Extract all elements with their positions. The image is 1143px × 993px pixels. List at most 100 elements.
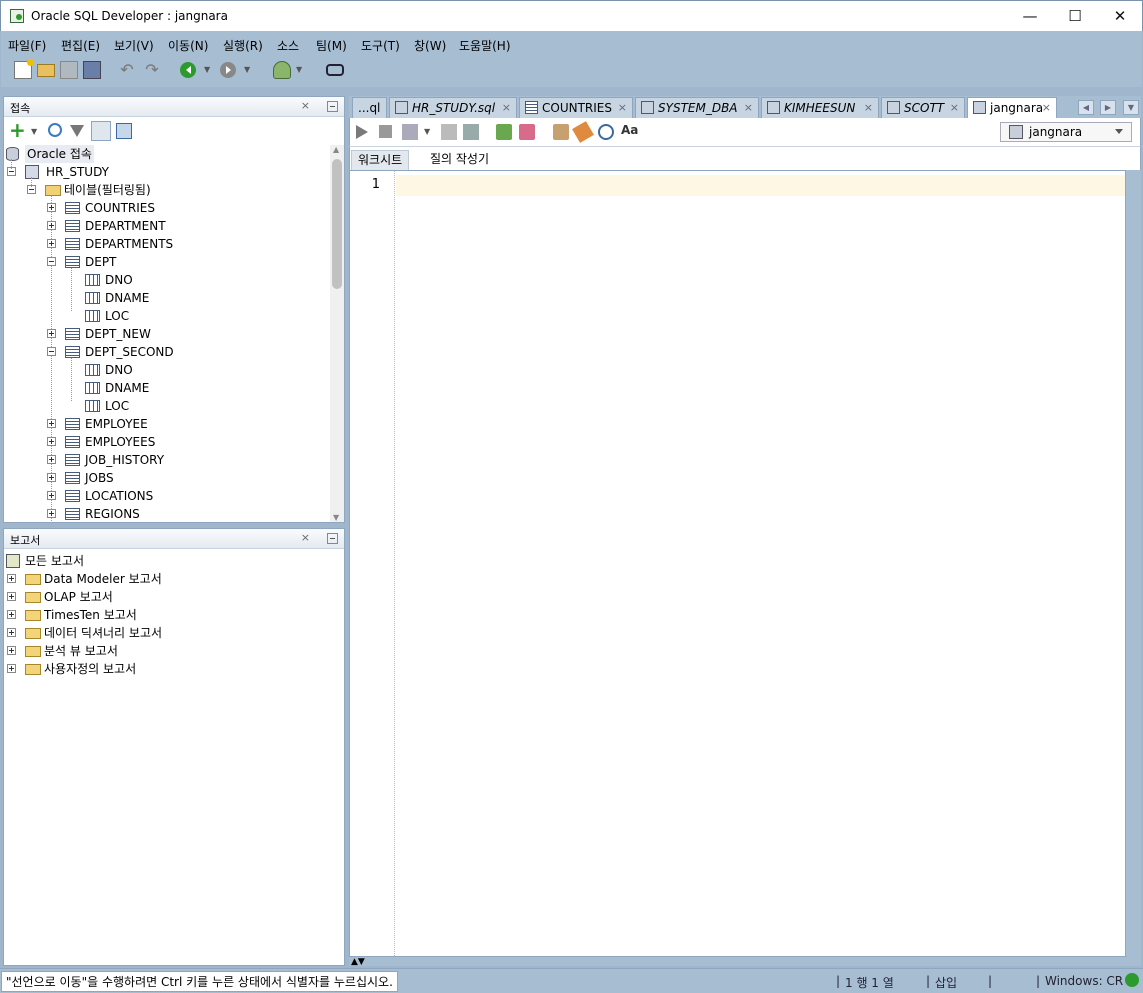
tab-close-icon[interactable]: × (744, 98, 753, 118)
sql-tuning-icon[interactable] (553, 124, 569, 140)
tree-node-all-reports[interactable]: 모든 보고서 (4, 552, 124, 570)
tree-node-column[interactable]: LOC (4, 397, 204, 415)
filter-icon[interactable] (70, 125, 84, 137)
save-all-icon[interactable] (83, 61, 101, 79)
expand-icon[interactable] (47, 473, 56, 482)
menu-team[interactable]: 팀(M) (316, 37, 347, 54)
tree-node-column[interactable]: DNAME (4, 379, 204, 397)
minimize-panel-icon[interactable] (327, 533, 338, 544)
tree-node-table[interactable]: DEPT (4, 253, 204, 271)
tab-close-icon[interactable]: × (950, 98, 959, 118)
expand-icon[interactable] (47, 455, 56, 464)
tab-close-icon[interactable]: × (502, 98, 511, 118)
menu-source[interactable]: 소스 (277, 37, 299, 54)
tree-node-table[interactable]: LOCATIONS (4, 487, 204, 505)
tab-close-icon[interactable]: × (618, 98, 627, 118)
sql-connection-icon[interactable] (273, 61, 291, 79)
tree-node-report[interactable]: TimesTen 보고서 (4, 606, 224, 624)
tree-node-column[interactable]: DNO (4, 361, 204, 379)
collapse-icon[interactable] (47, 257, 56, 266)
menu-edit[interactable]: 편집(E) (61, 37, 100, 54)
scroll-up-icon[interactable]: ▲ (333, 145, 339, 154)
tree-node-hr-study[interactable]: HR_STUDY (4, 163, 164, 181)
split-editor-icon[interactable]: ▲▼ (351, 957, 365, 967)
tab-hr-study-sql[interactable]: HR_STUDY.sql × (389, 97, 517, 118)
tab-worksheet[interactable]: 워크시트 (351, 150, 410, 171)
expand-icon[interactable] (47, 491, 56, 500)
tree-node-table[interactable]: EMPLOYEE (4, 415, 204, 433)
format-case-icon[interactable]: Aa (621, 123, 638, 139)
editor-scrollbar[interactable] (1126, 170, 1140, 957)
expand-icon[interactable] (7, 664, 16, 673)
menu-file[interactable]: 파일(F) (8, 37, 46, 54)
undo-icon[interactable]: ↶ (118, 61, 136, 79)
scroll-tabs-left-icon[interactable]: ◀ (1078, 100, 1094, 115)
expand-icon[interactable] (47, 419, 56, 428)
expand-icon[interactable] (7, 646, 16, 655)
explain-plan-icon[interactable] (441, 124, 457, 140)
sql-dropdown-icon[interactable]: ▼ (296, 65, 304, 83)
tree-node-column[interactable]: LOC (4, 307, 204, 325)
tree-node-column[interactable]: DNAME (4, 289, 204, 307)
expand-icon[interactable] (7, 610, 16, 619)
commit-icon[interactable] (402, 124, 418, 140)
close-window-button[interactable]: ✕ (1097, 1, 1143, 31)
scroll-thumb[interactable] (332, 159, 342, 289)
tree-node-report[interactable]: 사용자정의 보고서 (4, 660, 224, 678)
tree-node-table[interactable]: COUNTRIES (4, 199, 204, 217)
expand-icon[interactable] (47, 203, 56, 212)
back-icon[interactable] (180, 62, 196, 78)
refresh-icon[interactable] (48, 123, 62, 137)
back-dropdown-icon[interactable]: ▼ (204, 65, 212, 83)
tree-node-table[interactable]: DEPT_NEW (4, 325, 204, 343)
expand-icon[interactable] (47, 239, 56, 248)
scroll-down-icon[interactable]: ▼ (333, 513, 339, 522)
sql-editor[interactable]: 1 (349, 170, 1126, 957)
add-connection-icon[interactable]: + (9, 120, 26, 140)
commit-transaction-icon[interactable] (496, 124, 512, 140)
close-icon[interactable]: × (301, 99, 310, 112)
menu-run[interactable]: 실행(R) (223, 37, 263, 54)
schema-browser-icon[interactable] (91, 121, 111, 141)
tree-node-report[interactable]: OLAP 보고서 (4, 588, 224, 606)
connections-scrollbar[interactable]: ▲ ▼ (330, 145, 344, 522)
expand-icon[interactable] (7, 574, 16, 583)
tab-list-dropdown-icon[interactable]: ▼ (1123, 100, 1139, 115)
menu-navigate[interactable]: 이동(N) (168, 37, 208, 54)
tab-query-builder[interactable]: 질의 작성기 (424, 150, 495, 171)
redo-icon[interactable]: ↷ (143, 61, 161, 79)
run-script-icon[interactable] (379, 125, 392, 138)
tree-node-oracle-connections[interactable]: Oracle 접속 (4, 145, 104, 163)
tree-node-table[interactable]: DEPARTMENT (4, 217, 204, 235)
autotrace-icon[interactable] (463, 124, 479, 140)
commit-dropdown-icon[interactable]: ▼ (424, 127, 440, 143)
expand-icon[interactable] (47, 221, 56, 230)
menu-window[interactable]: 창(W) (414, 37, 446, 54)
tab-close-icon[interactable]: × (864, 98, 873, 118)
menu-help[interactable]: 도움말(H) (459, 37, 511, 54)
close-icon[interactable]: × (301, 531, 310, 544)
forward-icon[interactable] (220, 62, 236, 78)
save-icon[interactable] (60, 61, 78, 79)
expand-icon[interactable] (47, 437, 56, 446)
expand-icon[interactable] (47, 329, 56, 338)
history-icon[interactable] (598, 124, 614, 140)
menu-tools[interactable]: 도구(T) (361, 37, 400, 54)
tab-kimheesun[interactable]: KIMHEESUN × (761, 97, 879, 118)
tree-node-tables-folder[interactable]: 테이블(필터링됨) (4, 181, 204, 199)
tree-node-report[interactable]: Data Modeler 보고서 (4, 570, 224, 588)
maximize-button[interactable]: ☐ (1052, 1, 1098, 31)
tab-close-icon[interactable]: × (1042, 98, 1051, 118)
tab-truncated[interactable]: ...ql (352, 97, 387, 118)
binoculars-icon[interactable] (326, 64, 344, 76)
expand-icon[interactable] (7, 628, 16, 637)
expand-icon[interactable] (7, 592, 16, 601)
tab-system-dba[interactable]: SYSTEM_DBA × (635, 97, 759, 118)
open-folder-icon[interactable] (37, 64, 55, 77)
tab-jangnara[interactable]: jangnara × (967, 97, 1057, 119)
minimize-panel-icon[interactable] (327, 101, 338, 112)
tree-node-table[interactable]: JOB_HISTORY (4, 451, 204, 469)
collapse-icon[interactable] (47, 347, 56, 356)
tree-node-table[interactable]: JOBS (4, 469, 204, 487)
expand-icon[interactable] (47, 509, 56, 518)
